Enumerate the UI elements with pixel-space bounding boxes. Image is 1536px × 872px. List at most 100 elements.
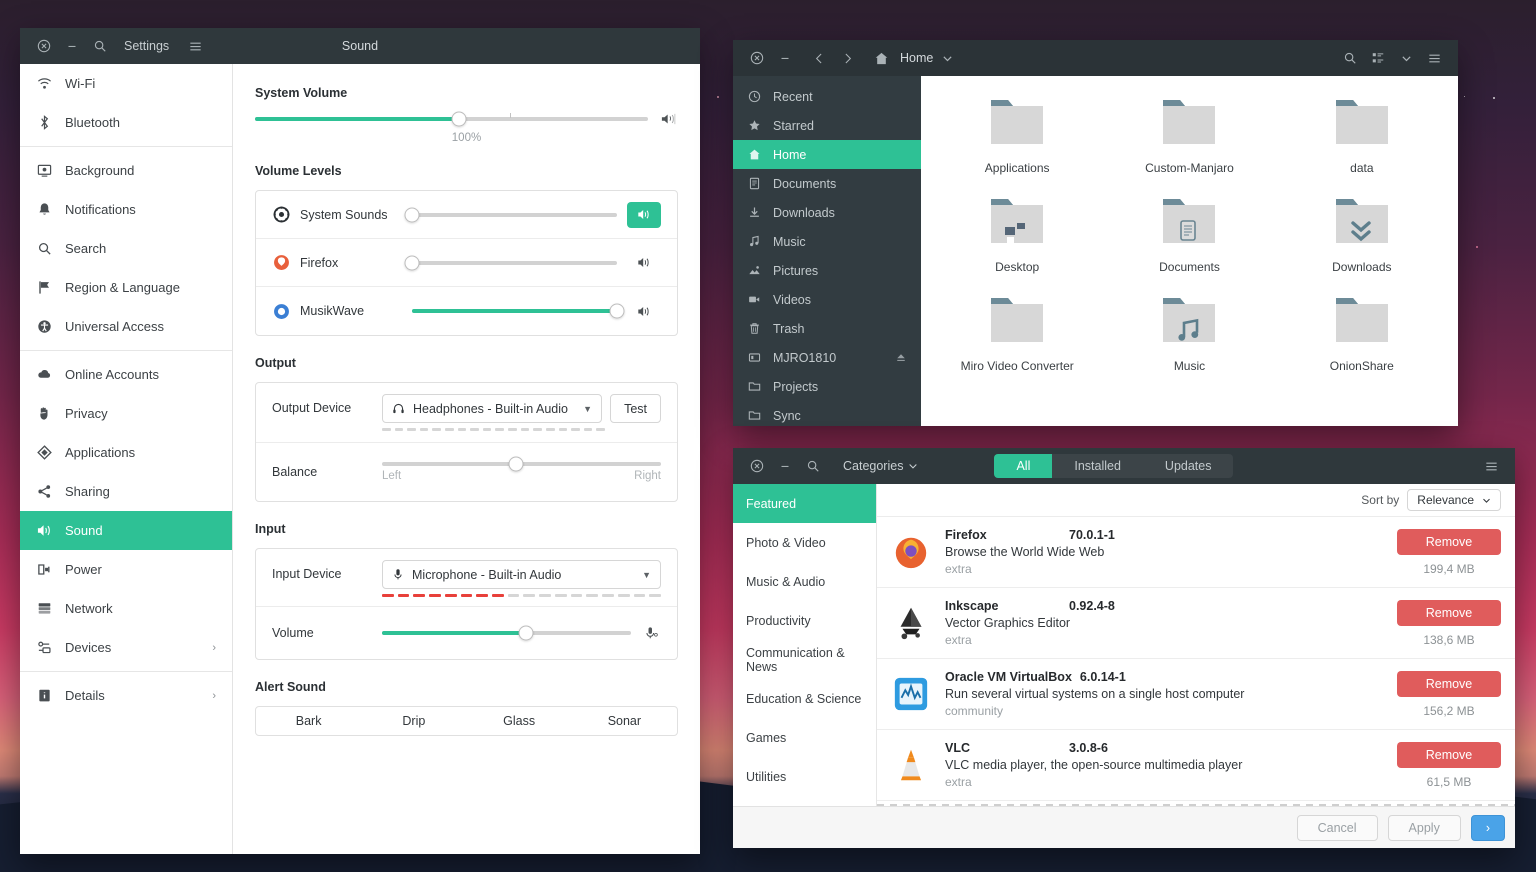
file-item[interactable]: Music [1103, 288, 1275, 377]
category-productivity[interactable]: Productivity [733, 601, 876, 640]
file-item[interactable]: data [1276, 90, 1448, 179]
places-item-videos[interactable]: Videos [733, 285, 921, 314]
app-volume-slider[interactable] [412, 213, 617, 217]
category-games[interactable]: Games [733, 718, 876, 757]
hamburger-icon[interactable] [181, 32, 209, 60]
file-item[interactable]: Applications [931, 90, 1103, 179]
minimize-icon[interactable] [771, 44, 799, 72]
category-music-audio[interactable]: Music & Audio [733, 562, 876, 601]
tab-all[interactable]: All [994, 454, 1052, 478]
package-row[interactable]: Inkscape0.92.4-8Vector Graphics Editorex… [877, 588, 1515, 659]
output-device-select[interactable]: Headphones - Built-in Audio ▼ [382, 394, 602, 423]
sidebar-item-online-accounts[interactable]: Online Accounts [20, 355, 232, 394]
places-item-sync[interactable]: Sync [733, 401, 921, 426]
minimize-icon[interactable] [58, 32, 86, 60]
remove-button[interactable]: Remove [1397, 742, 1501, 768]
file-item[interactable]: Documents [1103, 189, 1275, 278]
search-icon[interactable] [799, 452, 827, 480]
places-item-starred[interactable]: Starred [733, 111, 921, 140]
file-item[interactable]: Miro Video Converter [931, 288, 1103, 377]
close-icon[interactable] [743, 44, 771, 72]
sidebar-item-sound[interactable]: Sound [20, 511, 232, 550]
cancel-button[interactable]: Cancel [1297, 815, 1378, 841]
close-icon[interactable] [743, 452, 771, 480]
wifi-icon [36, 76, 53, 91]
apply-button[interactable]: Apply [1388, 815, 1461, 841]
package-row[interactable]: Firefox70.0.1-1Browse the World Wide Web… [877, 517, 1515, 588]
category-education-science[interactable]: Education & Science [733, 679, 876, 718]
places-item-projects[interactable]: Projects [733, 372, 921, 401]
speaker-icon[interactable] [660, 112, 678, 126]
tab-updates[interactable]: Updates [1143, 454, 1234, 478]
sidebar-item-wi-fi[interactable]: Wi-Fi [20, 64, 232, 103]
sidebar-item-sharing[interactable]: Sharing [20, 472, 232, 511]
balance-slider[interactable] [382, 462, 661, 466]
sidebar-item-bluetooth[interactable]: Bluetooth [20, 103, 232, 142]
sidebar-item-universal-access[interactable]: Universal Access [20, 307, 232, 346]
system-volume-slider[interactable] [255, 117, 648, 121]
category-communication-news[interactable]: Communication & News [733, 640, 876, 679]
file-item[interactable]: Custom-Manjaro [1103, 90, 1275, 179]
sidebar-item-background[interactable]: Background [20, 151, 232, 190]
sidebar-item-notifications[interactable]: Notifications [20, 190, 232, 229]
sort-select[interactable]: Relevance [1407, 489, 1501, 511]
chevron-down-icon[interactable] [933, 44, 961, 72]
alert-sound-option[interactable]: Bark [256, 707, 361, 735]
input-volume-slider[interactable] [382, 631, 631, 635]
home-icon[interactable] [867, 44, 895, 72]
app-volume-slider[interactable] [412, 309, 617, 313]
package-row[interactable]: VLC3.0.8-6VLC media player, the open-sou… [877, 730, 1515, 801]
categories-button[interactable]: Categories [835, 459, 926, 473]
hamburger-icon[interactable] [1477, 452, 1505, 480]
remove-button[interactable]: Remove [1397, 529, 1501, 555]
sidebar-item-network[interactable]: Network [20, 589, 232, 628]
sidebar-item-applications[interactable]: Applications [20, 433, 232, 472]
places-item-mjro1810[interactable]: MJRO1810 [733, 343, 921, 372]
places-item-trash[interactable]: Trash [733, 314, 921, 343]
breadcrumb[interactable]: Home [900, 51, 933, 65]
hamburger-icon[interactable] [1420, 44, 1448, 72]
remove-button[interactable]: Remove [1397, 600, 1501, 626]
sidebar-item-search[interactable]: Search [20, 229, 232, 268]
search-icon[interactable] [1336, 44, 1364, 72]
app-volume-slider[interactable] [412, 261, 617, 265]
category-photo-video[interactable]: Photo & Video [733, 523, 876, 562]
test-button[interactable]: Test [610, 394, 661, 423]
places-item-recent[interactable]: Recent [733, 82, 921, 111]
places-item-pictures[interactable]: Pictures [733, 256, 921, 285]
chevron-down-icon[interactable] [1392, 44, 1420, 72]
places-item-documents[interactable]: Documents [733, 169, 921, 198]
microphone-icon[interactable] [643, 626, 661, 640]
file-item[interactable]: Downloads [1276, 189, 1448, 278]
list-view-icon[interactable] [1364, 44, 1392, 72]
chevron-right-icon[interactable] [833, 44, 861, 72]
package-row[interactable]: Oracle VM VirtualBox6.0.14-1Run several … [877, 659, 1515, 730]
minimize-icon[interactable] [771, 452, 799, 480]
tab-installed[interactable]: Installed [1052, 454, 1143, 478]
mute-toggle[interactable] [627, 202, 661, 228]
places-item-home[interactable]: Home [733, 140, 921, 169]
input-device-select[interactable]: Microphone - Built-in Audio ▼ [382, 560, 661, 589]
mute-toggle[interactable] [627, 250, 661, 276]
alert-sound-option[interactable]: Glass [467, 707, 572, 735]
sidebar-item-privacy[interactable]: Privacy [20, 394, 232, 433]
remove-button[interactable]: Remove [1397, 671, 1501, 697]
file-item[interactable]: OnionShare [1276, 288, 1448, 377]
places-item-downloads[interactable]: Downloads [733, 198, 921, 227]
alert-sound-option[interactable]: Drip [361, 707, 466, 735]
sidebar-item-details[interactable]: Details› [20, 676, 232, 715]
next-button[interactable]: › [1471, 815, 1505, 841]
category-featured[interactable]: Featured [733, 484, 876, 523]
category-utilities[interactable]: Utilities [733, 757, 876, 796]
sidebar-item-region-language[interactable]: Region & Language [20, 268, 232, 307]
alert-sound-option[interactable]: Sonar [572, 707, 677, 735]
search-icon[interactable] [86, 32, 114, 60]
eject-icon[interactable] [895, 352, 907, 364]
close-icon[interactable] [30, 32, 58, 60]
sidebar-item-power[interactable]: Power [20, 550, 232, 589]
chevron-left-icon[interactable] [805, 44, 833, 72]
sidebar-item-devices[interactable]: Devices› [20, 628, 232, 667]
mute-toggle[interactable] [627, 298, 661, 324]
places-item-music[interactable]: Music [733, 227, 921, 256]
file-item[interactable]: Desktop [931, 189, 1103, 278]
